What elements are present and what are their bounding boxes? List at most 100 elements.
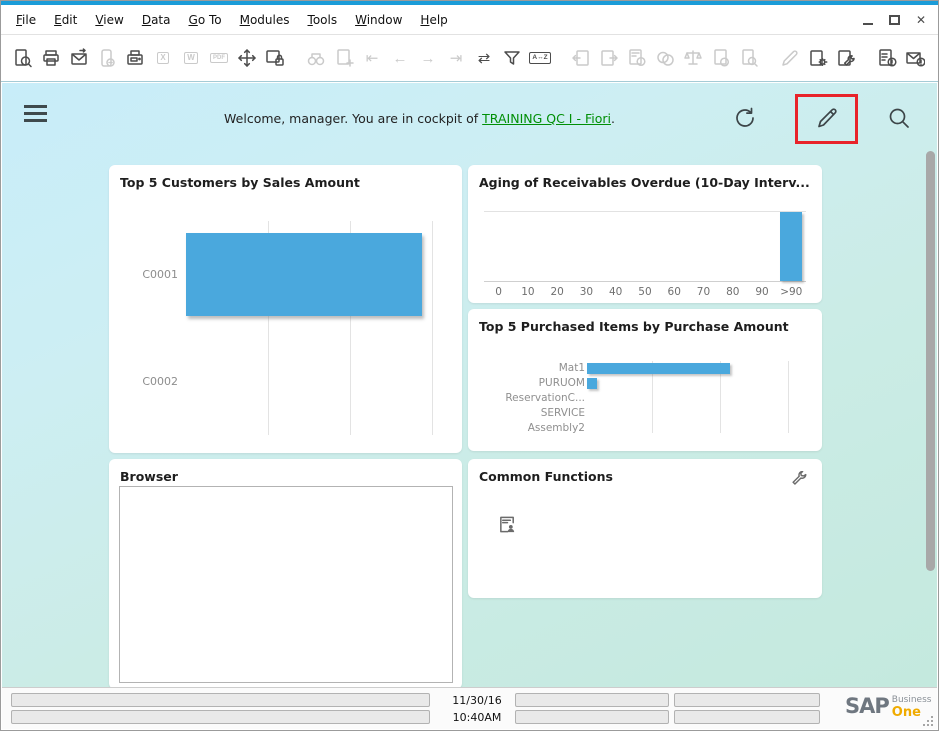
widget-title: Top 5 Customers by Sales Amount	[120, 175, 451, 190]
search-icon[interactable]	[886, 105, 912, 131]
export-pdf-icon[interactable]: PDF	[205, 42, 233, 74]
widget-common-functions[interactable]: Common Functions	[468, 459, 822, 598]
print-icon[interactable]	[37, 42, 65, 74]
payment-means-icon[interactable]	[623, 42, 651, 74]
refresh-cockpit-icon[interactable]	[732, 105, 758, 131]
find-icon[interactable]	[9, 42, 37, 74]
find-records-icon[interactable]	[302, 42, 330, 74]
category-label: SERVICE	[478, 407, 585, 419]
form-settings-icon[interactable]	[804, 42, 832, 74]
lock-screen-icon[interactable]	[261, 42, 289, 74]
tick-label: >90	[777, 286, 806, 298]
menu-item-file[interactable]: File	[7, 9, 45, 31]
filter-icon[interactable]	[498, 42, 526, 74]
base-document-icon[interactable]	[567, 42, 595, 74]
hamburger-menu-icon[interactable]	[24, 105, 47, 126]
minimize-button[interactable]	[863, 16, 873, 25]
add-record-icon[interactable]	[330, 42, 358, 74]
menu-item-window[interactable]: Window	[346, 9, 411, 31]
customization-tools-icon[interactable]	[832, 42, 860, 74]
widget-top5-purchased[interactable]: Top 5 Purchased Items by Purchase Amount…	[468, 309, 822, 451]
widget-top5-customers[interactable]: Top 5 Customers by Sales Amount C0001 C0…	[109, 165, 462, 453]
browser-content-area	[119, 486, 453, 683]
move-icon[interactable]	[233, 42, 261, 74]
aging-column	[543, 212, 572, 281]
widget-title: Aging of Receivables Overdue (10-Day Int…	[479, 175, 811, 190]
menu-item-modules[interactable]: Modules	[231, 9, 299, 31]
target-document-icon[interactable]	[595, 42, 623, 74]
coins-icon[interactable]	[651, 42, 679, 74]
welcome-prefix: Welcome, manager. You are in cockpit of	[224, 111, 482, 126]
widget-settings-wrench-icon[interactable]	[790, 471, 808, 489]
message-alert-icon[interactable]	[901, 42, 929, 74]
maximize-button[interactable]	[889, 15, 900, 25]
aging-column	[630, 212, 659, 281]
tick-label: 20	[543, 286, 572, 298]
aging-column	[777, 212, 806, 281]
cockpit-area: Welcome, manager. You are in cockpit of …	[2, 83, 937, 687]
menu-item-edit[interactable]: Edit	[45, 9, 86, 31]
status-date: 11/30/16	[445, 694, 509, 707]
category-label: C0001	[118, 268, 178, 281]
welcome-message: Welcome, manager. You are in cockpit of …	[122, 111, 717, 126]
business-partner-icon[interactable]	[498, 515, 517, 534]
fax-icon[interactable]	[121, 42, 149, 74]
bar-c0001	[186, 233, 422, 315]
welcome-suffix: .	[611, 111, 615, 126]
category-label: C0002	[118, 375, 178, 388]
tick-label: 50	[630, 286, 659, 298]
widget-title: Top 5 Purchased Items by Purchase Amount	[479, 319, 811, 334]
close-button[interactable]: ✕	[916, 14, 926, 26]
chart-row: ReservationC...	[478, 391, 788, 406]
export-excel-icon[interactable]: X	[149, 42, 177, 74]
toolbar: X W PDF ⇤ ← → ⇥ ⇄ A↔Z	[1, 35, 938, 82]
status-field	[674, 693, 820, 707]
last-record-icon[interactable]: ⇥	[442, 42, 470, 74]
price-search-icon[interactable]	[735, 42, 763, 74]
previous-record-icon[interactable]: ←	[386, 42, 414, 74]
first-record-icon[interactable]: ⇤	[358, 42, 386, 74]
document-currency-icon[interactable]	[707, 42, 735, 74]
widget-browser[interactable]: Browser	[109, 459, 462, 689]
menu-item-tools[interactable]: Tools	[299, 9, 347, 31]
aging-axis-labels: 0 10 20 30 40 50 60 70 80 90 >90	[484, 286, 806, 298]
chart-row: C0002	[186, 328, 432, 435]
aging-column	[747, 212, 776, 281]
aging-column	[484, 212, 513, 281]
export-word-icon[interactable]: W	[177, 42, 205, 74]
send-email-icon[interactable]	[65, 42, 93, 74]
category-label: Mat1	[478, 362, 585, 374]
widget-aging-receivables[interactable]: Aging of Receivables Overdue (10-Day Int…	[468, 165, 822, 303]
menu-item-goto[interactable]: Go To	[180, 9, 231, 31]
chart-row: C0001	[186, 221, 432, 328]
aging-column	[718, 212, 747, 281]
status-bar: 11/30/16 10:40AM SAP Business One	[2, 687, 937, 729]
status-field	[674, 710, 820, 724]
tick-label: 30	[572, 286, 601, 298]
menu-item-view[interactable]: View	[86, 9, 132, 31]
aging-column	[572, 212, 601, 281]
window-controls: ✕	[863, 5, 926, 35]
status-message-field	[11, 710, 430, 724]
menu-item-data[interactable]: Data	[133, 9, 180, 31]
app-window: File Edit View Data Go To Modules Tools …	[0, 0, 939, 731]
refresh-record-icon[interactable]: ⇄	[470, 42, 498, 74]
widget-title: Common Functions	[479, 469, 811, 484]
send-sms-icon[interactable]	[93, 42, 121, 74]
chart-row: SERVICE	[478, 405, 788, 420]
resize-grip[interactable]	[921, 714, 934, 727]
chart-row: Assembly2	[478, 420, 788, 435]
cockpit-link[interactable]: TRAINING QC I - Fiori	[482, 111, 611, 126]
gridline	[432, 221, 433, 435]
tick-label: 80	[718, 286, 747, 298]
purchased-chart-plot: Mat1 PURUOM ReservationC... SERVICE Asse…	[478, 361, 788, 435]
menu-item-help[interactable]: Help	[411, 9, 456, 31]
checklist-alert-icon[interactable]	[873, 42, 901, 74]
sort-icon[interactable]: A↔Z	[526, 42, 554, 74]
tick-label: 70	[689, 286, 718, 298]
next-record-icon[interactable]: →	[414, 42, 442, 74]
gross-profit-icon[interactable]	[679, 42, 707, 74]
vertical-scrollbar[interactable]	[926, 151, 935, 571]
bar-over-90	[780, 212, 802, 281]
edit-icon[interactable]	[776, 42, 804, 74]
